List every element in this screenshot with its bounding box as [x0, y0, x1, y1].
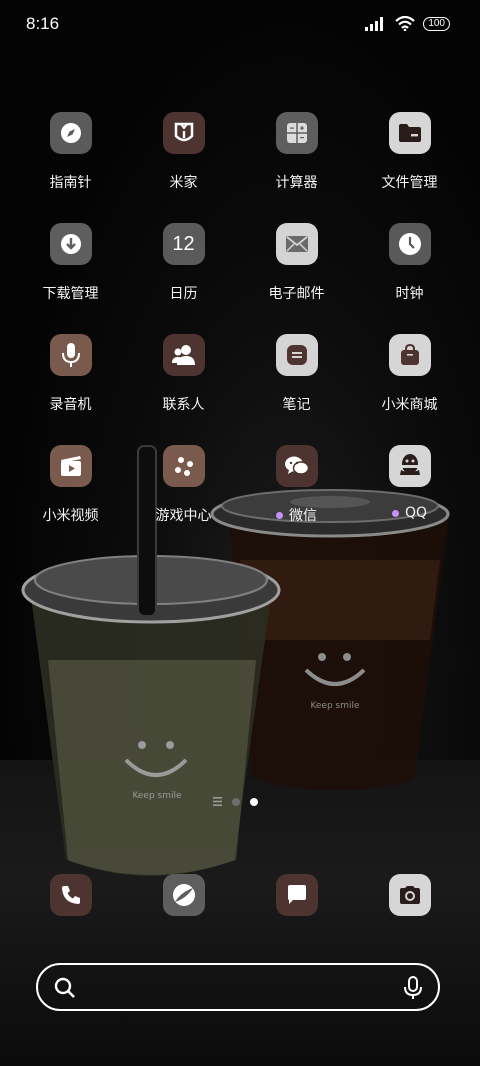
mail-icon	[275, 223, 318, 265]
wechat-icon	[275, 445, 318, 487]
status-time: 8:16	[26, 14, 60, 33]
app-contacts[interactable]: 联系人	[127, 334, 240, 414]
app-compass[interactable]: 指南针	[14, 112, 127, 192]
app-label: 时钟	[395, 286, 424, 302]
microphone-icon[interactable]	[404, 976, 422, 1000]
app-game-center[interactable]: 游戏中心	[127, 445, 240, 525]
app-label: QQ	[404, 505, 428, 521]
notes-icon	[275, 334, 318, 376]
app-label: 录音机	[49, 397, 92, 413]
app-label: 米家	[169, 175, 198, 191]
calendar-date: 12	[172, 232, 195, 255]
battery-indicator: 100	[423, 16, 450, 31]
compass-icon	[49, 112, 92, 154]
app-download-manager[interactable]: 下载管理	[14, 223, 127, 303]
dock-messages[interactable]	[240, 874, 353, 916]
app-wechat[interactable]: 微信	[240, 445, 353, 525]
app-label: 文件管理	[381, 175, 438, 191]
app-calendar[interactable]: 12 日历	[127, 223, 240, 303]
app-email[interactable]: 电子邮件	[240, 223, 353, 303]
app-label: 日历	[169, 286, 198, 302]
calendar-icon: 12	[162, 223, 205, 265]
clock-icon	[388, 223, 431, 265]
mijia-icon	[162, 112, 205, 154]
page-dot	[232, 797, 240, 806]
qq-icon	[388, 445, 431, 487]
app-clock[interactable]: 时钟	[353, 223, 466, 303]
app-label: 指南针	[49, 175, 92, 191]
app-label: 游戏中心	[155, 508, 212, 524]
camera-icon	[388, 874, 431, 916]
calculator-icon	[275, 112, 318, 154]
signal-icon	[365, 16, 384, 31]
folder-icon	[388, 112, 431, 154]
page-dot-active	[250, 797, 258, 806]
dock	[14, 874, 466, 916]
app-file-manager[interactable]: 文件管理	[353, 112, 466, 192]
microphone-icon	[49, 334, 92, 376]
dock-browser[interactable]	[127, 874, 240, 916]
search-icon[interactable]	[54, 977, 76, 999]
app-notes[interactable]: 笔记	[240, 334, 353, 414]
app-mi-video[interactable]: 小米视频	[14, 445, 127, 525]
app-mijia[interactable]: 米家	[127, 112, 240, 192]
wifi-icon	[395, 16, 416, 31]
app-label: 笔记	[282, 397, 311, 413]
app-label: 计算器	[275, 175, 318, 191]
right-cup-text: Keep smile	[310, 701, 360, 711]
app-label: 下载管理	[42, 286, 99, 302]
app-label: 联系人	[162, 397, 205, 413]
app-label: 小米视频	[42, 508, 99, 524]
browser-icon	[162, 874, 205, 916]
contacts-icon	[162, 334, 205, 376]
dock-camera[interactable]	[353, 874, 466, 916]
search-bar[interactable]	[36, 963, 440, 1011]
app-calculator[interactable]: 计算器	[240, 112, 353, 192]
left-cup-text: Keep smile	[132, 791, 182, 801]
status-bar: 8:16 100	[0, 0, 480, 52]
game-icon	[162, 445, 205, 487]
app-grid: 指南针 米家 计算器 文件管理 下载管理 12 日历 电子邮件 时钟 录音机 联…	[14, 112, 466, 525]
list-menu-icon	[213, 797, 222, 806]
dock-phone[interactable]	[14, 874, 127, 916]
new-notification-dot	[276, 511, 283, 519]
download-icon	[49, 223, 92, 265]
app-qq[interactable]: QQ	[353, 445, 466, 525]
app-mi-store[interactable]: 小米商城	[353, 334, 466, 414]
app-label: 微信	[289, 508, 317, 524]
shopping-bag-icon	[388, 334, 431, 376]
message-icon	[275, 874, 318, 916]
app-label: 电子邮件	[268, 286, 325, 302]
phone-icon	[49, 874, 92, 916]
new-notification-dot	[391, 509, 399, 517]
app-label: 小米商城	[381, 397, 438, 413]
page-indicator[interactable]	[213, 797, 258, 806]
video-icon	[49, 445, 92, 487]
app-recorder[interactable]: 录音机	[14, 334, 127, 414]
